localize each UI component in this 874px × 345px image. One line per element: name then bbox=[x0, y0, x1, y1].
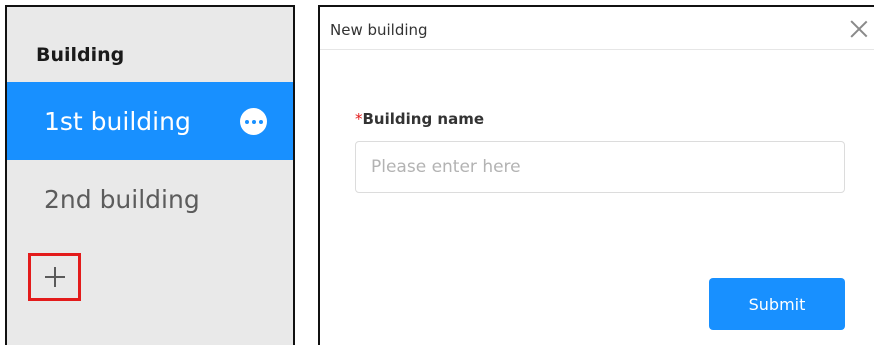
required-mark: * bbox=[355, 110, 363, 128]
sidebar-item-1st-building[interactable]: 1st building bbox=[7, 82, 293, 160]
new-building-dialog: New building *Building name Submit bbox=[318, 5, 874, 345]
sidebar-item-2nd-building[interactable]: 2nd building bbox=[7, 160, 293, 238]
dialog-header: New building bbox=[320, 7, 874, 50]
sidebar-item-label: 2nd building bbox=[44, 184, 200, 214]
plus-icon bbox=[44, 267, 65, 287]
submit-button[interactable]: Submit bbox=[709, 278, 845, 330]
add-building-button[interactable] bbox=[28, 253, 81, 301]
ellipsis-icon[interactable] bbox=[240, 108, 267, 135]
sidebar-item-label: 1st building bbox=[44, 106, 191, 136]
field-label-text: Building name bbox=[362, 110, 485, 128]
dialog-title: New building bbox=[330, 21, 428, 39]
building-name-label: *Building name bbox=[355, 110, 484, 128]
building-name-input[interactable] bbox=[355, 141, 845, 193]
building-sidebar: Building 1st building 2nd building bbox=[5, 5, 295, 345]
close-icon[interactable] bbox=[850, 20, 868, 38]
sidebar-title: Building bbox=[36, 44, 125, 66]
